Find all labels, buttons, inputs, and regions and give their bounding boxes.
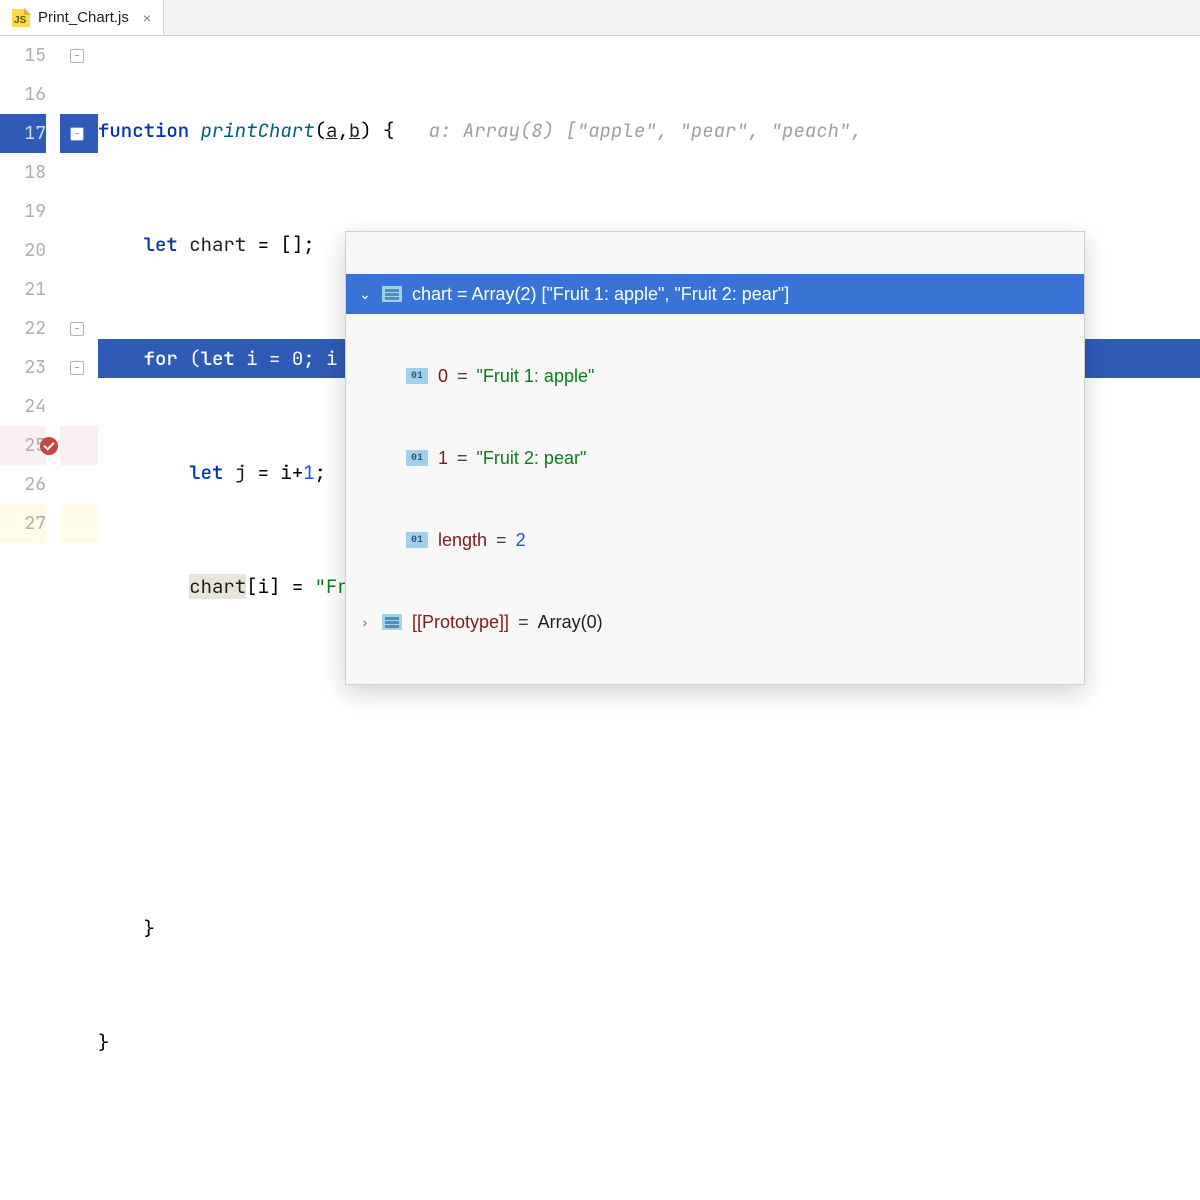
js-file-icon [12, 9, 30, 27]
editor: 15 16 17 18 19 20 21 22 23 24 25 26 27 −… [0, 36, 1200, 600]
fold-end-icon[interactable]: − [70, 322, 84, 336]
line-number[interactable]: 16 [0, 75, 46, 114]
popup-item[interactable]: 01 0 = "Fruit 1: apple" [346, 356, 1084, 396]
line-number[interactable]: 27 [0, 504, 46, 543]
code-line[interactable]: function printChart(a,b) { a: Array(8) [… [98, 111, 1200, 150]
line-number[interactable]: 22 [0, 309, 46, 348]
chevron-down-icon[interactable]: ⌄ [358, 286, 372, 303]
index-icon: 01 [406, 532, 428, 548]
line-number[interactable]: 23 [0, 348, 46, 387]
line-number-gutter: 15 16 17 18 19 20 21 22 23 24 25 26 27 [0, 36, 60, 600]
breakpoint-icon[interactable] [40, 437, 58, 455]
line-number[interactable]: 21 [0, 270, 46, 309]
popup-item[interactable]: 01 1 = "Fruit 2: pear" [346, 438, 1084, 478]
index-icon: 01 [406, 368, 428, 384]
code-line[interactable] [98, 795, 1200, 834]
line-number[interactable]: 20 [0, 231, 46, 270]
line-number[interactable]: 19 [0, 192, 46, 231]
line-number[interactable]: 25 [0, 426, 46, 465]
fold-toggle-icon[interactable]: − [70, 127, 84, 141]
index-icon: 01 [406, 450, 428, 466]
fold-toggle-icon[interactable]: − [70, 49, 84, 63]
code-line[interactable] [98, 1137, 1200, 1176]
inline-hint: a: Array(8) ["apple", "pear", "peach", [394, 118, 873, 143]
line-number[interactable]: 18 [0, 153, 46, 192]
popup-header[interactable]: ⌄ chart = Array(2) ["Fruit 1: apple", "F… [346, 274, 1084, 314]
popup-header-text: chart = Array(2) ["Fruit 1: apple", "Fru… [412, 284, 789, 305]
code-line[interactable]: } [98, 1023, 1200, 1062]
tab-close-icon[interactable]: × [143, 10, 151, 26]
array-icon [382, 286, 402, 302]
tab-bar: Print_Chart.js × [0, 0, 1200, 36]
popup-item[interactable]: 01 length = 2 [346, 520, 1084, 560]
chevron-right-icon[interactable]: › [358, 614, 372, 630]
line-number[interactable]: 26 [0, 465, 46, 504]
debug-inspect-popup: ⌄ chart = Array(2) ["Fruit 1: apple", "F… [345, 231, 1085, 685]
line-number[interactable]: 24 [0, 387, 46, 426]
code-line[interactable] [98, 681, 1200, 720]
popup-item[interactable]: › [[Prototype]] = Array(0) [346, 602, 1084, 642]
fold-gutter: − − − − [60, 36, 98, 600]
line-number[interactable]: 15 [0, 36, 46, 75]
tab-filename: Print_Chart.js [38, 9, 129, 26]
code-line[interactable]: } [98, 909, 1200, 948]
code-area[interactable]: function printChart(a,b) { a: Array(8) [… [98, 36, 1200, 600]
line-number[interactable]: 17 [0, 114, 46, 153]
file-tab[interactable]: Print_Chart.js × [0, 0, 164, 35]
array-icon [382, 614, 402, 630]
fold-end-icon[interactable]: − [70, 361, 84, 375]
